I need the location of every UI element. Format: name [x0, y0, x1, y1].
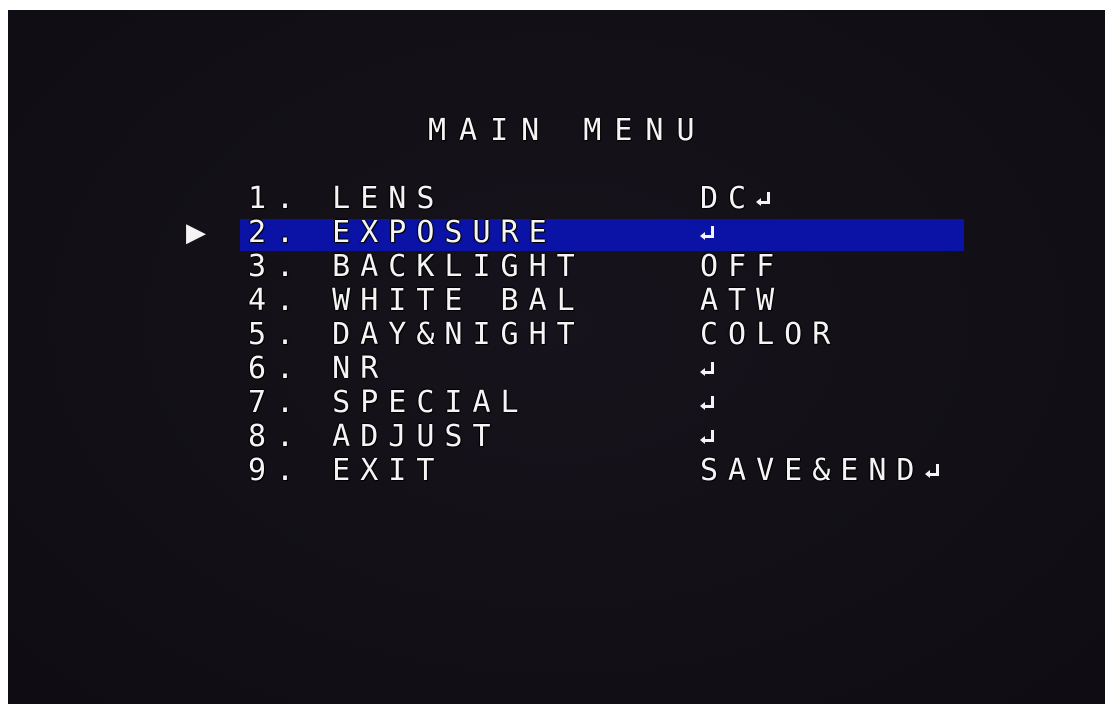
triangle-right-icon: ▶ [186, 218, 206, 248]
menu-item-exit[interactable]: 9. EXIT SAVE&END [8, 454, 1105, 488]
enter-return-icon [700, 361, 716, 378]
enter-return-icon [700, 429, 716, 446]
menu-item-lens[interactable]: 1. LENS DC [8, 182, 1105, 216]
menu-item-value [700, 420, 716, 454]
menu-item-value: ATW [700, 283, 785, 318]
menu-item-label: 5. DAY&NIGHT [248, 317, 585, 352]
menu-item-value: OFF [700, 249, 785, 284]
menu-item-label: 6. NR [248, 351, 389, 386]
menu-item-day-night[interactable]: 5. DAY&NIGHT COLOR [8, 318, 1105, 352]
menu-item-label: 9. EXIT [248, 453, 445, 488]
menu-title: MAIN MENU [428, 113, 708, 148]
menu-item-value [700, 352, 716, 386]
menu-item-label: 7. SPECIAL [248, 385, 529, 420]
osd-screen: MAIN MENU 1. LENS DC ▶ 2. EXPOSURE 3. BA… [8, 10, 1105, 704]
menu-item-label: 8. ADJUST [248, 419, 501, 454]
enter-return-icon [700, 225, 716, 242]
menu-item-value [700, 216, 716, 250]
menu-item-label: 1. LENS [248, 181, 445, 216]
menu-item-value: SAVE&END [700, 454, 941, 488]
enter-return-icon [924, 463, 941, 480]
menu-item-exposure[interactable]: ▶ 2. EXPOSURE [8, 215, 1105, 251]
menu-item-backlight[interactable]: 3. BACKLIGHT OFF [8, 250, 1105, 284]
menu-item-value: COLOR [700, 317, 841, 352]
menu-item-label: 4. WHITE BAL [248, 283, 585, 318]
menu-item-special[interactable]: 7. SPECIAL [8, 386, 1105, 420]
enter-return-icon [756, 191, 772, 208]
menu-item-nr[interactable]: 6. NR [8, 352, 1105, 386]
main-menu-list: 1. LENS DC ▶ 2. EXPOSURE 3. BACKLIGHT OF… [8, 182, 1105, 488]
menu-item-value: DC [700, 182, 772, 216]
menu-item-label: 2. EXPOSURE [248, 215, 557, 250]
menu-item-adjust[interactable]: 8. ADJUST [8, 420, 1105, 454]
menu-item-label: 3. BACKLIGHT [248, 249, 585, 284]
menu-item-white-bal[interactable]: 4. WHITE BAL ATW [8, 284, 1105, 318]
enter-return-icon [700, 395, 716, 412]
menu-item-value [700, 386, 716, 420]
